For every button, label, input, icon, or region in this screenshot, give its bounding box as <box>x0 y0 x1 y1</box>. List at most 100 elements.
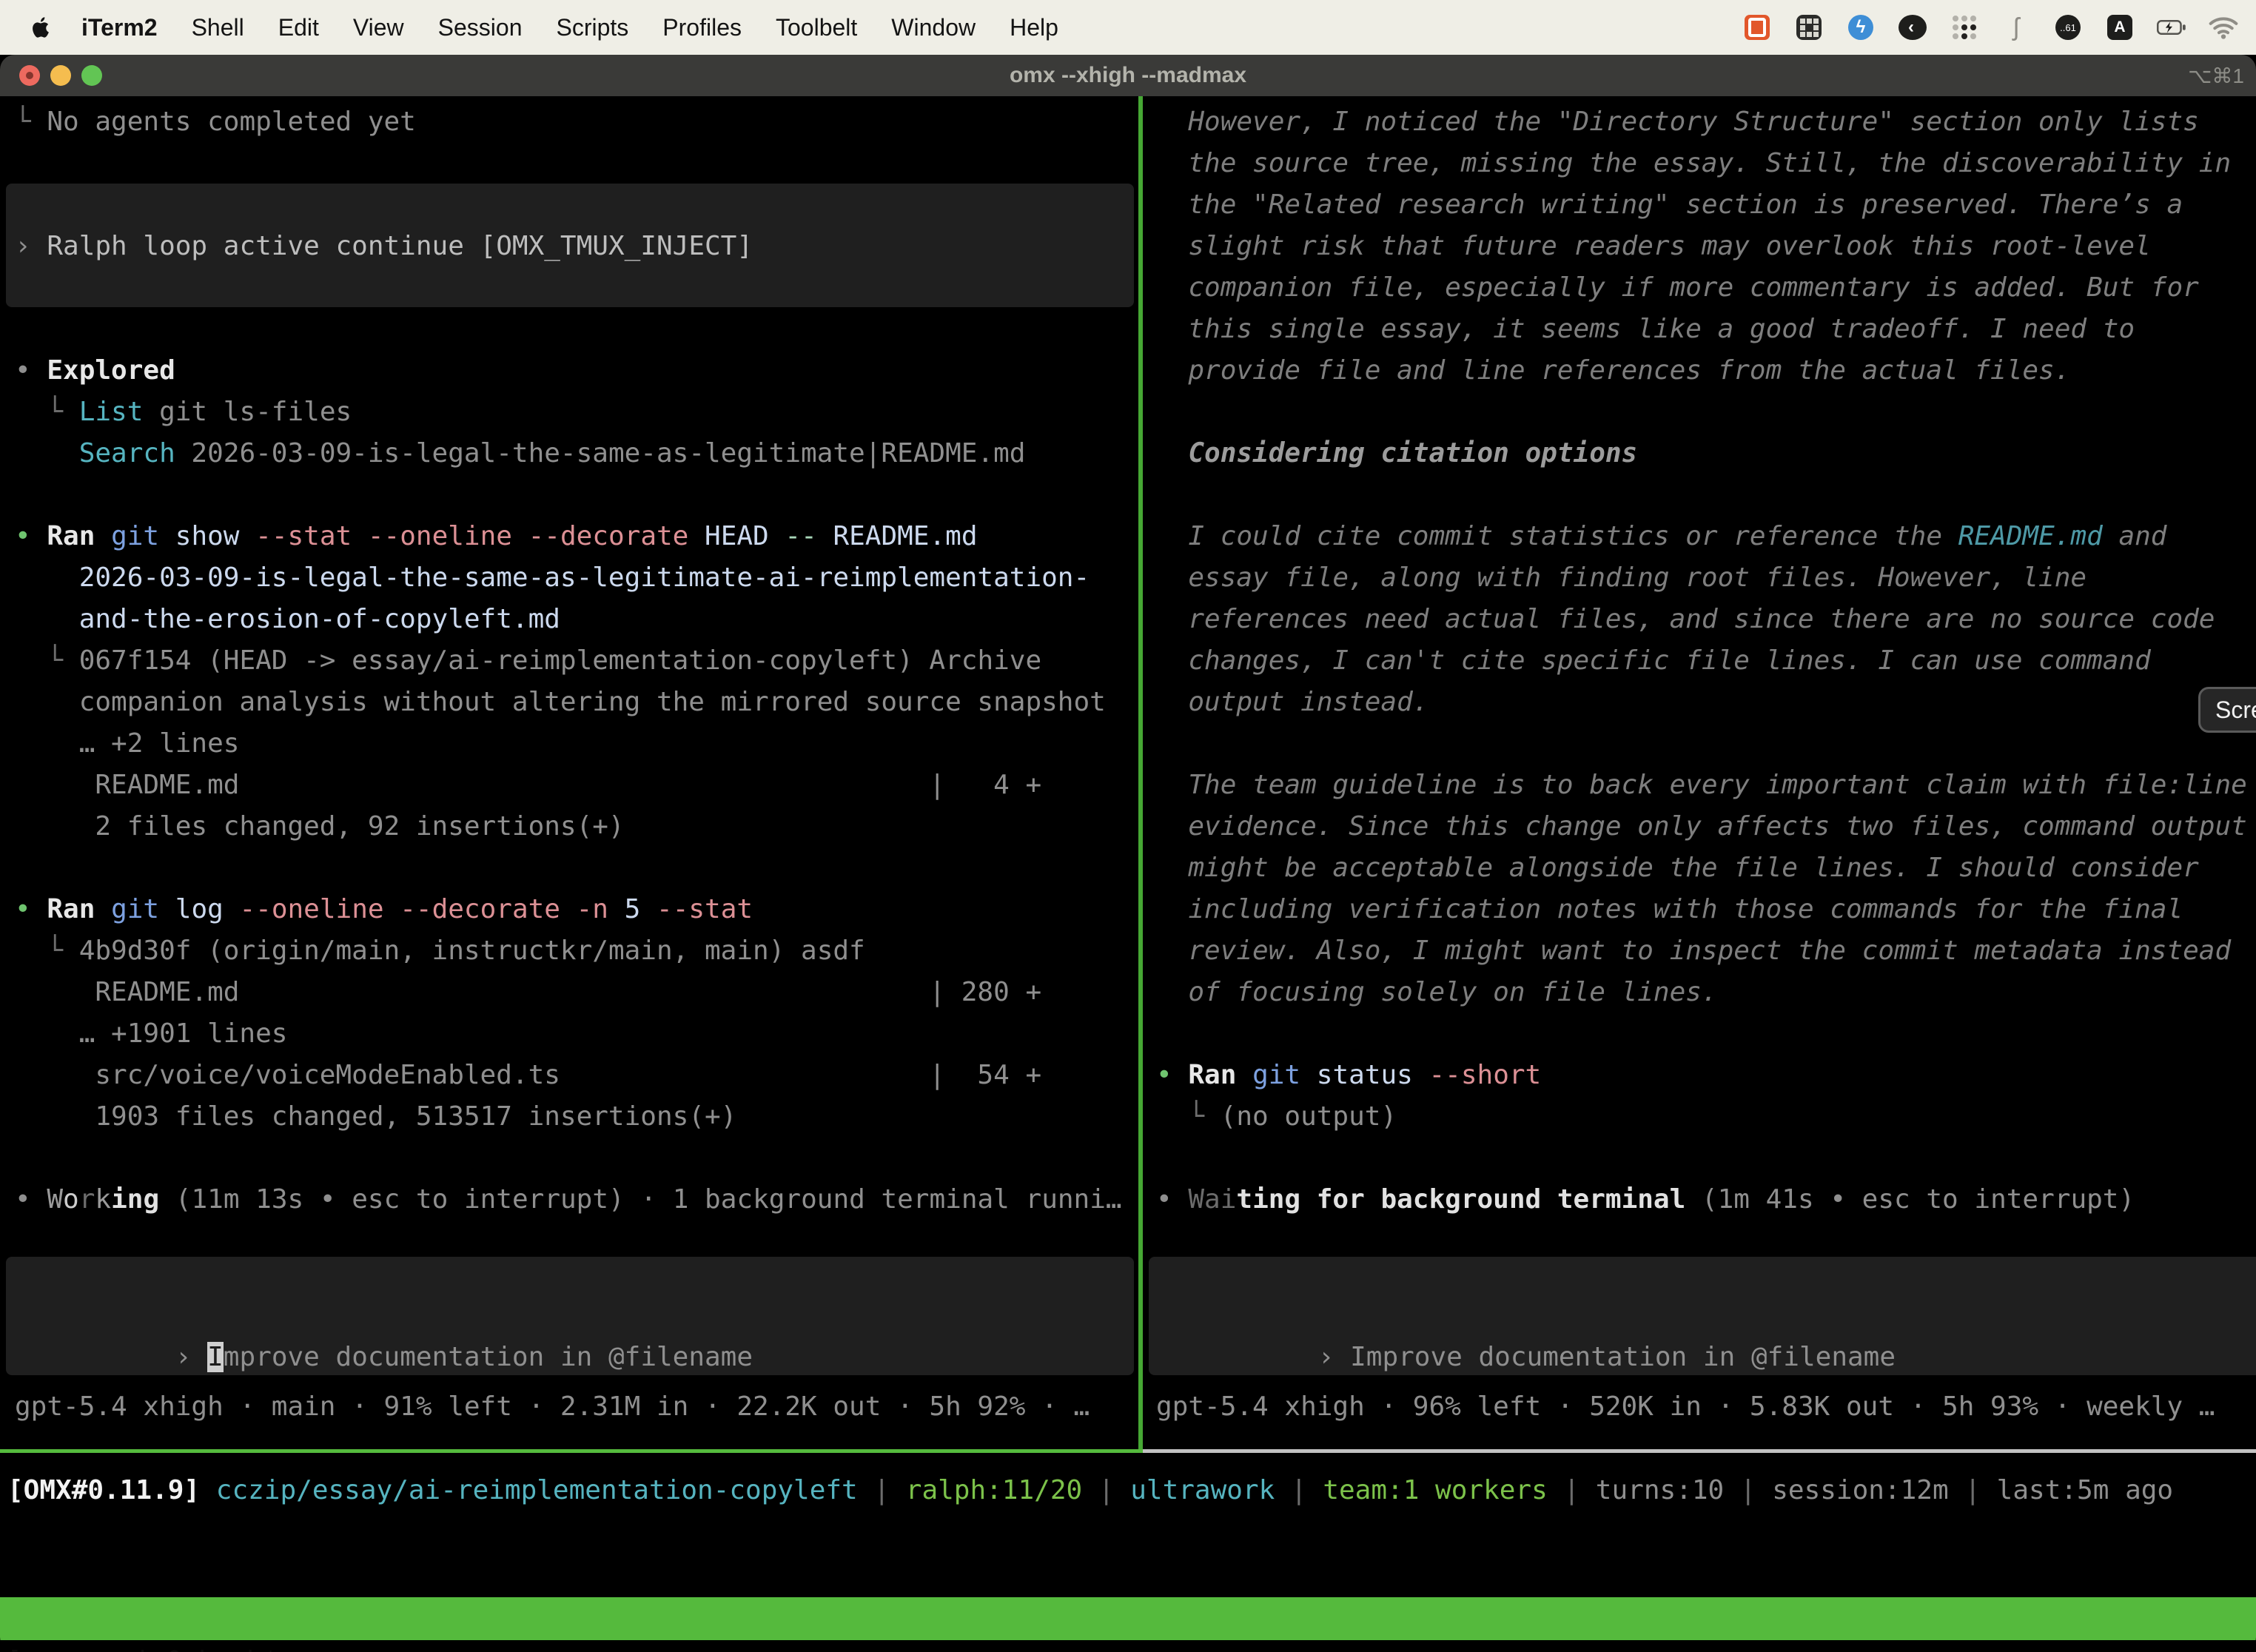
menu-items: iTerm2 Shell Edit View Session Scripts P… <box>81 14 1058 41</box>
battery-charging-icon[interactable] <box>2157 13 2186 42</box>
left-session-status: gpt-5.4 xhigh · main · 91% left · 2.31M … <box>15 1386 1090 1428</box>
terminal-line <box>1156 1013 2256 1055</box>
terminal-line: The team guideline is to back every impo… <box>1156 765 2256 806</box>
terminal-line: [OMX#0.11.9] cczip/essay/ai-reimplementa… <box>7 1470 2173 1511</box>
tmux-pane-right[interactable]: However, I noticed the "Directory Struct… <box>1143 96 2256 1449</box>
chevron-circle-icon[interactable]: ‹ <box>1898 13 1927 42</box>
right-composer-input[interactable]: › Improve documentation in @filename <box>1149 1257 2256 1375</box>
terminal-line: • Explored <box>15 350 1138 392</box>
terminal-line: the "Related research writing" section i… <box>1156 184 2256 226</box>
terminal-line <box>1156 723 2256 765</box>
hook-squiggle-icon[interactable]: ʃ <box>2001 13 2031 42</box>
shield-grid-icon[interactable] <box>1794 13 1824 42</box>
text-cursor: I <box>207 1342 224 1372</box>
menu-item-scripts[interactable]: Scripts <box>556 14 628 41</box>
terminal-line <box>15 474 1138 516</box>
menu-item-iterm2[interactable]: iTerm2 <box>81 14 158 41</box>
terminal-line: provide file and line references from th… <box>1156 350 2256 392</box>
macos-menu-bar: iTerm2 Shell Edit View Session Scripts P… <box>0 0 2256 55</box>
menu-item-shell[interactable]: Shell <box>192 14 244 41</box>
terminal-line: slight risk that future readers may over… <box>1156 226 2256 267</box>
omx-status-line: [OMX#0.11.9] cczip/essay/ai-reimplementa… <box>7 1470 2173 1511</box>
terminal-line: this single essay, it seems like a good … <box>1156 309 2256 350</box>
blue-bolt-badge-icon[interactable]: ϟ <box>1846 13 1876 42</box>
menu-status-icons: ϟ ‹ ʃ ..61 A <box>1742 13 2238 42</box>
right-prompt-chevron: › <box>1318 1342 1350 1372</box>
badge-61-icon[interactable]: ..61 <box>2053 13 2083 42</box>
screen-recording-icon[interactable] <box>1742 13 1772 42</box>
menu-item-help[interactable]: Help <box>1010 14 1058 41</box>
tmux-session-name[interactable]: [omx-cczip0:bash* <box>6 1640 278 1652</box>
screen-share-overlay-text: Scre <box>2215 696 2256 724</box>
terminal-line <box>1156 392 2256 433</box>
terminal-line: 2026-03-09-is-legal-the-same-as-legitima… <box>15 557 1138 599</box>
tmux-pane-left[interactable]: └ No agents completed yet › Ralph loop a… <box>0 96 1138 1449</box>
pane-divider-horizontal-right <box>1143 1449 2256 1453</box>
terminal-line <box>1156 1138 2256 1179</box>
menu-item-view[interactable]: View <box>353 14 404 41</box>
terminal-line: └ 067f154 (HEAD -> essay/ai-reimplementa… <box>15 640 1138 682</box>
terminal-line: including verification notes with those … <box>1156 889 2256 930</box>
terminal-line: 1903 files changed, 513517 insertions(+) <box>15 1096 1138 1138</box>
terminal-line: evidence. Since this change only affects… <box>1156 806 2256 847</box>
menu-item-toolbelt[interactable]: Toolbelt <box>776 14 857 41</box>
terminal-line: • Working (11m 13s • esc to interrupt) ·… <box>15 1179 1138 1220</box>
terminal-line: the source tree, missing the essay. Stil… <box>1156 143 2256 184</box>
terminal-line: companion analysis without altering the … <box>15 682 1138 723</box>
terminal-line <box>15 184 1138 226</box>
terminal-line: • Ran git log --oneline --decorate -n 5 … <box>15 889 1138 930</box>
terminal-line: • Waiting for background terminal (1m 41… <box>1156 1179 2256 1220</box>
terminal-line: might be acceptable alongside the file l… <box>1156 847 2256 889</box>
terminal-line: review. Also, I might want to inspect th… <box>1156 930 2256 972</box>
terminal-line: src/voice/voiceModeEnabled.ts | 54 + <box>15 1055 1138 1096</box>
right-pane-lines: However, I noticed the "Directory Struct… <box>1143 101 2256 1220</box>
terminal-line: › Ralph loop active continue [OMX_TMUX_I… <box>15 226 1138 267</box>
terminal-line: └ 4b9d30f (origin/main, instructkr/main,… <box>15 930 1138 972</box>
terminal-line <box>15 1138 1138 1179</box>
terminal-line <box>15 143 1138 184</box>
left-pane-lines: └ No agents completed yet › Ralph loop a… <box>0 101 1138 1220</box>
left-composer-input[interactable]: › Improve documentation in @filename <box>6 1257 1134 1375</box>
iterm2-window: omx --xhigh --madmax ⌥⌘1 └ No agents com… <box>0 55 2256 1652</box>
right-session-status: gpt-5.4 xhigh · 96% left · 520K in · 5.8… <box>1156 1386 2215 1428</box>
terminal-line <box>15 309 1138 350</box>
right-composer-placeholder: Improve documentation in @filename <box>1350 1342 1896 1372</box>
menu-item-edit[interactable]: Edit <box>278 14 319 41</box>
window-title: omx --xhigh --madmax <box>0 63 2256 88</box>
terminal-line: README.md | 4 + <box>15 765 1138 806</box>
pane-divider-horizontal-left <box>0 1449 1143 1453</box>
terminal-line: However, I noticed the "Directory Struct… <box>1156 101 2256 143</box>
tmux-status-bar: [omx-cczip0:bash* "MacBook-Pro-44.local"… <box>0 1597 2256 1640</box>
terminal-line: changes, I can't cite specific file line… <box>1156 640 2256 682</box>
left-prompt-chevron: › <box>175 1342 207 1372</box>
terminal-line: • Ran git show --stat --oneline --decora… <box>15 516 1138 557</box>
terminal-line: • Ran git status --short <box>1156 1055 2256 1096</box>
terminal-line: output instead. <box>1156 682 2256 723</box>
terminal-line: references need actual files, and since … <box>1156 599 2256 640</box>
menu-item-window[interactable]: Window <box>891 14 976 41</box>
terminal-line <box>15 267 1138 309</box>
terminal-line: … +2 lines <box>15 723 1138 765</box>
terminal-line: README.md | 280 + <box>15 972 1138 1013</box>
window-titlebar[interactable]: omx --xhigh --madmax ⌥⌘1 <box>0 55 2256 96</box>
terminal-line: companion file, especially if more comme… <box>1156 267 2256 309</box>
terminal-line: └ (no output) <box>1156 1096 2256 1138</box>
terminal-line: └ No agents completed yet <box>15 101 1138 143</box>
a-key-icon[interactable]: A <box>2105 13 2135 42</box>
dots-grid-icon[interactable] <box>1950 13 1979 42</box>
terminal-line: └ List git ls-files <box>15 392 1138 433</box>
menu-item-profiles[interactable]: Profiles <box>662 14 742 41</box>
screen-share-overlay[interactable]: Scre <box>2198 687 2256 733</box>
terminal-line: I could cite commit statistics or refere… <box>1156 516 2256 557</box>
terminal-line <box>15 847 1138 889</box>
terminal-line: Considering citation options <box>1156 433 2256 474</box>
terminal-line: essay file, along with finding root file… <box>1156 557 2256 599</box>
menu-item-session[interactable]: Session <box>438 14 523 41</box>
wifi-icon[interactable] <box>2209 13 2238 42</box>
window-shortcut-badge: ⌥⌘1 <box>2188 64 2244 88</box>
terminal-line: Search 2026-03-09-is-legal-the-same-as-l… <box>15 433 1138 474</box>
apple-menu-icon[interactable] <box>28 15 50 40</box>
terminal-line: … +1901 lines <box>15 1013 1138 1055</box>
terminal-line: and-the-erosion-of-copyleft.md <box>15 599 1138 640</box>
left-composer-placeholder: mprove documentation in @filename <box>224 1342 753 1372</box>
